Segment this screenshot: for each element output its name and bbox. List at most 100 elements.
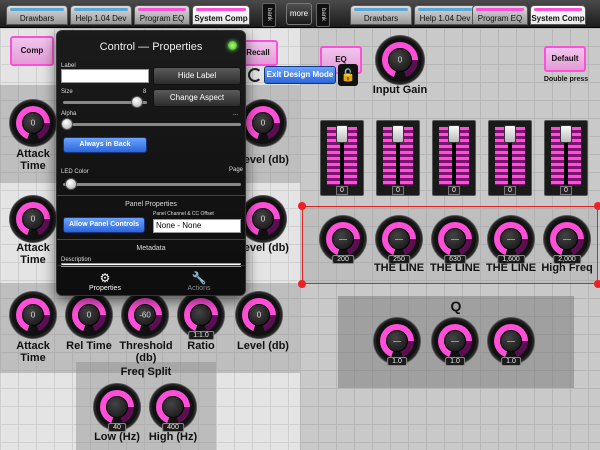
tab-strip xyxy=(196,8,246,11)
eq-freq-knob-5[interactable]: —2,000 xyxy=(544,216,590,264)
led-color-label: LED Color xyxy=(61,169,89,175)
alpha-value: ... xyxy=(233,111,239,117)
tab-program-eq-left[interactable]: Program EQ xyxy=(134,5,190,25)
tab-strip xyxy=(476,8,524,11)
fader-1[interactable]: 0 xyxy=(320,120,364,196)
size-label: Size xyxy=(61,89,73,95)
popover-title: Control — Properties xyxy=(99,41,203,53)
tab-strip xyxy=(74,8,128,11)
level-knob-3[interactable]: 0 xyxy=(236,292,282,338)
change-aspect-button[interactable]: Change Aspect xyxy=(153,89,241,107)
double-press-label: Double press xyxy=(543,76,589,83)
hide-label-button[interactable]: Hide Label xyxy=(153,67,241,85)
attack-time-knob-1[interactable]: 0 xyxy=(10,100,56,146)
exit-design-mode-button[interactable]: Exit Design Mode xyxy=(264,66,336,84)
eq-freq-knob-1[interactable]: —200 xyxy=(320,216,366,264)
fader-handle[interactable] xyxy=(560,125,572,143)
selection-handle[interactable] xyxy=(594,280,600,288)
threshold-label: Threshold (db) xyxy=(119,340,173,364)
tab-strip xyxy=(10,8,64,11)
control-properties-popover: Control — Properties Label Hide Label Si… xyxy=(56,30,246,296)
always-in-back-button[interactable]: Always in Back xyxy=(63,137,147,153)
default-button[interactable]: Default xyxy=(544,46,586,72)
eq-freq-knob-3[interactable]: —630 xyxy=(432,216,478,264)
freq-split-title: Freq Split xyxy=(120,366,172,378)
divider xyxy=(57,195,245,196)
level-knob-2[interactable]: 0 xyxy=(240,196,286,242)
fader-handle[interactable] xyxy=(392,125,404,143)
knob-cap xyxy=(106,396,128,418)
comp-button[interactable]: Comp xyxy=(10,36,54,66)
tab-strip xyxy=(418,8,472,11)
tab-help-right[interactable]: Help 1.04 Dev xyxy=(414,5,476,25)
attack-time-label-3: Attack Time xyxy=(16,340,50,364)
level-knob-1[interactable]: 0 xyxy=(240,100,286,146)
fader-5[interactable]: 0 xyxy=(544,120,588,196)
fader-handle[interactable] xyxy=(504,125,516,143)
tab-properties[interactable]: ⚙ Properties xyxy=(75,271,135,292)
alpha-slider[interactable] xyxy=(61,118,241,130)
panel-properties-title: Panel Properties xyxy=(125,201,177,208)
attack-time-label-1: Attack Time xyxy=(16,148,50,172)
wrench-icon: 🔧 xyxy=(191,271,207,285)
eq-freq-knob-4[interactable]: —1,600 xyxy=(488,216,534,264)
slider-thumb[interactable] xyxy=(65,178,77,190)
size-value: 8 xyxy=(143,89,147,95)
ratio-knob[interactable]: 1:1.0 xyxy=(178,292,224,340)
fader-2[interactable]: 0 xyxy=(376,120,420,196)
q-knob-3[interactable]: —1.0 xyxy=(488,318,534,366)
led-color-slider[interactable] xyxy=(63,178,241,190)
low-hz-knob[interactable]: 40 xyxy=(94,384,140,432)
slider-thumb[interactable] xyxy=(131,96,143,108)
tab-actions[interactable]: 🔧 Actions xyxy=(169,271,229,292)
high-freq-label: High Freq xyxy=(541,262,593,274)
threshold-knob[interactable]: -60 xyxy=(122,292,168,338)
page-label: Page xyxy=(229,167,244,173)
slider-thumb[interactable] xyxy=(61,118,73,130)
bank-right[interactable]: bank xyxy=(316,3,330,27)
tab-bar: Drawbars Help 1.04 Dev Program EQ System… xyxy=(0,0,600,28)
rel-time-knob[interactable]: 0 xyxy=(66,292,112,338)
knob-cap xyxy=(162,396,184,418)
metadata-title: Metadata xyxy=(136,245,166,252)
panel-channel-select[interactable]: None - None xyxy=(153,219,241,233)
panel-channel-label: Panel Channel & CC Offset xyxy=(153,211,214,217)
label-input[interactable] xyxy=(61,69,149,83)
tab-drawbars-left[interactable]: Drawbars xyxy=(6,5,68,25)
high-hz-label: High (Hz) xyxy=(148,431,198,443)
knob-cap xyxy=(190,304,212,326)
q-knob-2[interactable]: —1.0 xyxy=(432,318,478,366)
level-label-3: Level (db) xyxy=(237,340,289,352)
alpha-label: Alpha xyxy=(61,111,77,117)
q-label: Q xyxy=(450,298,462,314)
fader-handle[interactable] xyxy=(336,125,348,143)
selection-handle[interactable] xyxy=(298,280,306,288)
tab-program-eq-right[interactable]: Program EQ xyxy=(472,5,528,25)
gear-icon: ⚙ xyxy=(99,271,111,285)
tab-drawbars-right[interactable]: Drawbars xyxy=(350,5,412,25)
tab-strip xyxy=(138,8,186,11)
refresh-icon[interactable] xyxy=(248,68,262,82)
right-panel: EQ 0 Input Gain Default Double press 0 0… xyxy=(298,28,600,450)
lock-icon[interactable]: 🔓 xyxy=(338,64,358,86)
fader-3[interactable]: 0 xyxy=(432,120,476,196)
tab-system-comp-left[interactable]: System Comp xyxy=(192,5,250,25)
tab-system-comp-right[interactable]: System Comp xyxy=(530,5,586,25)
selection-handle[interactable] xyxy=(594,202,600,210)
q-knob-1[interactable]: —1.0 xyxy=(374,318,420,366)
tab-strip xyxy=(534,8,582,11)
more-button[interactable]: more xyxy=(286,3,312,25)
attack-time-knob-3[interactable]: 0 xyxy=(10,292,56,338)
high-hz-knob[interactable]: 400 xyxy=(150,384,196,432)
eq-freq-knob-2[interactable]: —250 xyxy=(376,216,422,264)
size-slider[interactable] xyxy=(63,96,147,108)
fader-handle[interactable] xyxy=(448,125,460,143)
allow-panel-controls-button[interactable]: Allow Panel Controls xyxy=(63,217,145,233)
input-gain-knob[interactable]: 0 xyxy=(376,36,424,84)
fader-4[interactable]: 0 xyxy=(488,120,532,196)
bank-left[interactable]: bank xyxy=(262,3,276,27)
selection-handle[interactable] xyxy=(298,202,306,210)
tab-help-left[interactable]: Help 1.04 Dev xyxy=(70,5,132,25)
attack-time-knob-2[interactable]: 0 xyxy=(10,196,56,242)
input-gain-label: Input Gain xyxy=(372,84,428,96)
